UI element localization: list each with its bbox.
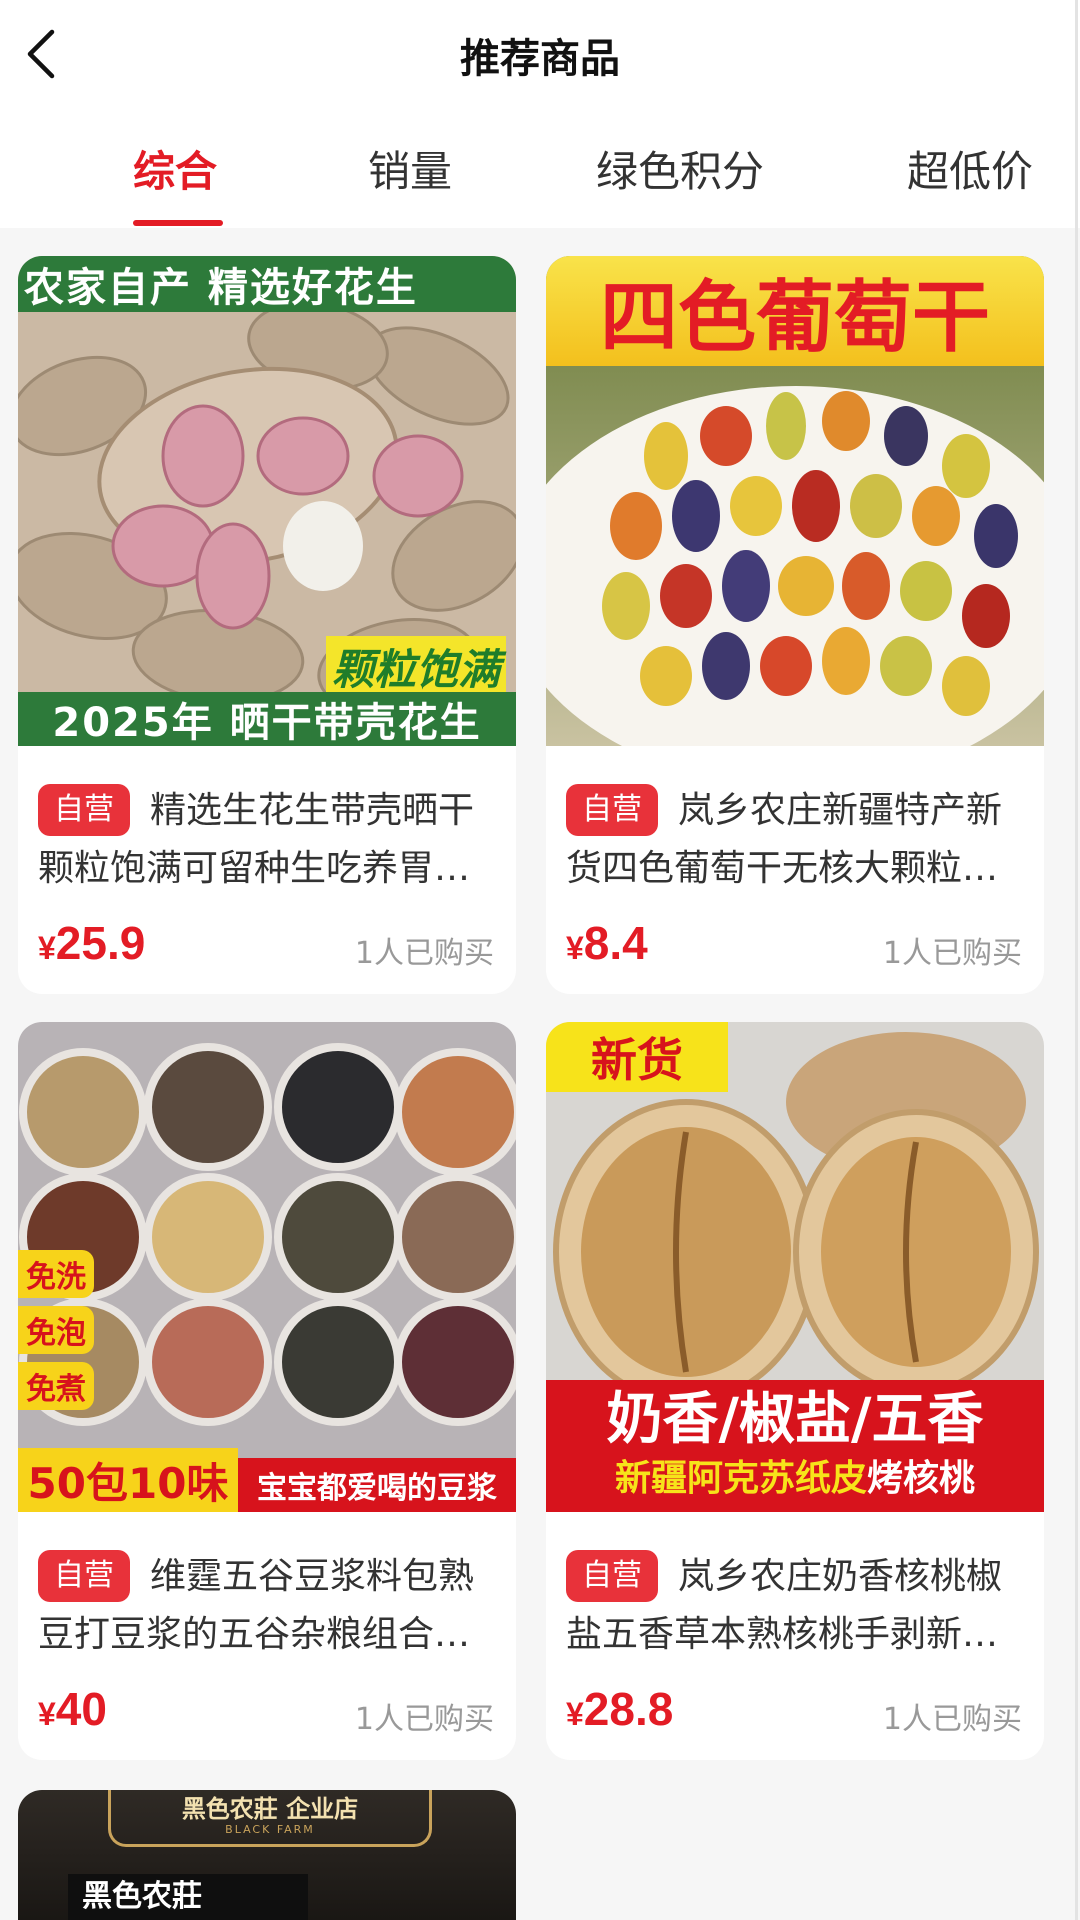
page-title: 推荐商品 — [460, 36, 620, 82]
product-card-soymilk[interactable]: 免洗 免泡 免煮 50包10味 宝宝都爱喝的豆浆 自营 维霆五谷豆浆料包熟豆打豆浆… — [18, 1022, 516, 1760]
tab-sales[interactable]: 销量 — [368, 138, 452, 199]
product-title[interactable]: 自营 岚乡农庄奶香核桃椒盐五香草本熟核桃手剥新… — [566, 1548, 1026, 1664]
sold-count: 1人已购买 — [354, 936, 494, 971]
sold-count: 1人已购买 — [882, 1702, 1022, 1737]
product-image[interactable]: 四色葡萄干 — [546, 256, 1044, 746]
product-title[interactable]: 自营 岚乡农庄新疆特产新货四色葡萄干无核大颗粒… — [566, 782, 1026, 898]
sold-count: 1人已购买 — [354, 1702, 494, 1737]
product-box: 黑色农莊 — [68, 1874, 308, 1920]
self-operated-badge: 自营 — [566, 1550, 658, 1602]
top-bar: 推荐商品 综合 销量 绿色积分 超低价 — [0, 0, 1080, 228]
image-banner-bottom: 2025年 晒干带壳花生 — [18, 692, 516, 746]
product-card-peanuts[interactable]: 农家自产 精选好花生 颗粒饱满 2025年 晒干带壳花生 自营 精选生花生带壳晒干… — [18, 256, 516, 994]
product-card-black-farm[interactable]: 黑色农莊 企业店 BLACK FARM 黑色农莊 — [18, 1790, 516, 1920]
product-image[interactable]: 免洗 免泡 免煮 50包10味 宝宝都爱喝的豆浆 — [18, 1022, 516, 1512]
product-price: ¥25.9 — [38, 917, 146, 969]
self-operated-badge: 自营 — [38, 784, 130, 836]
tab-bar: 综合 销量 绿色积分 超低价 — [0, 128, 1080, 228]
scrollbar[interactable] — [1075, 0, 1078, 1920]
image-banner-line1: 奶香/椒盐/五香 — [606, 1387, 984, 1452]
self-operated-badge: 自营 — [566, 784, 658, 836]
image-corner-tag: 新货 — [546, 1022, 728, 1092]
product-card-walnuts[interactable]: 新货 奶香/椒盐/五香 新疆阿克苏纸皮烤核桃 自营 岚乡农庄奶香核桃椒盐五香草本熟… — [546, 1022, 1044, 1760]
self-operated-badge: 自营 — [38, 1550, 130, 1602]
image-banner: 奶香/椒盐/五香 新疆阿克苏纸皮烤核桃 — [546, 1380, 1044, 1512]
image-tag: 颗粒饱满 — [325, 636, 506, 697]
tab-comprehensive[interactable]: 综合 — [133, 138, 217, 199]
image-banner-top: 农家自产 精选好花生 — [18, 256, 516, 312]
image-banner-right: 宝宝都爱喝的豆浆 — [238, 1458, 516, 1512]
sold-count: 1人已购买 — [882, 936, 1022, 971]
product-title[interactable]: 自营 精选生花生带壳晒干颗粒饱满可留种生吃养胃… — [38, 782, 498, 898]
image-tag-3: 免煮 — [18, 1362, 94, 1410]
tab-low-price[interactable]: 超低价 — [907, 138, 1033, 199]
image-tag-2: 免泡 — [18, 1306, 94, 1354]
product-price: ¥40 — [38, 1683, 107, 1735]
product-image[interactable]: 黑色农莊 企业店 BLACK FARM 黑色农莊 — [18, 1790, 516, 1920]
image-tag-1: 免洗 — [18, 1250, 94, 1298]
product-title[interactable]: 自营 维霆五谷豆浆料包熟豆打豆浆的五谷杂粮组合… — [38, 1548, 498, 1664]
tab-active-indicator — [133, 220, 223, 226]
image-banner-left: 50包10味 — [18, 1448, 238, 1512]
product-image[interactable]: 新货 奶香/椒盐/五香 新疆阿克苏纸皮烤核桃 — [546, 1022, 1044, 1512]
tab-green-points[interactable]: 绿色积分 — [596, 138, 764, 199]
image-banner-top: 四色葡萄干 — [546, 256, 1044, 366]
product-card-raisins[interactable]: 四色葡萄干 自营 岚乡农庄新疆特产新货四色葡萄干无核大颗粒… ¥8.4 1人已购买 — [546, 256, 1044, 994]
product-price: ¥8.4 — [566, 917, 648, 969]
store-logo: 黑色农莊 企业店 BLACK FARM — [108, 1790, 432, 1847]
product-price: ¥28.8 — [566, 1683, 674, 1735]
product-image[interactable]: 农家自产 精选好花生 颗粒饱满 2025年 晒干带壳花生 — [18, 256, 516, 746]
image-banner-line2: 新疆阿克苏纸皮烤核桃 — [614, 1458, 976, 1499]
